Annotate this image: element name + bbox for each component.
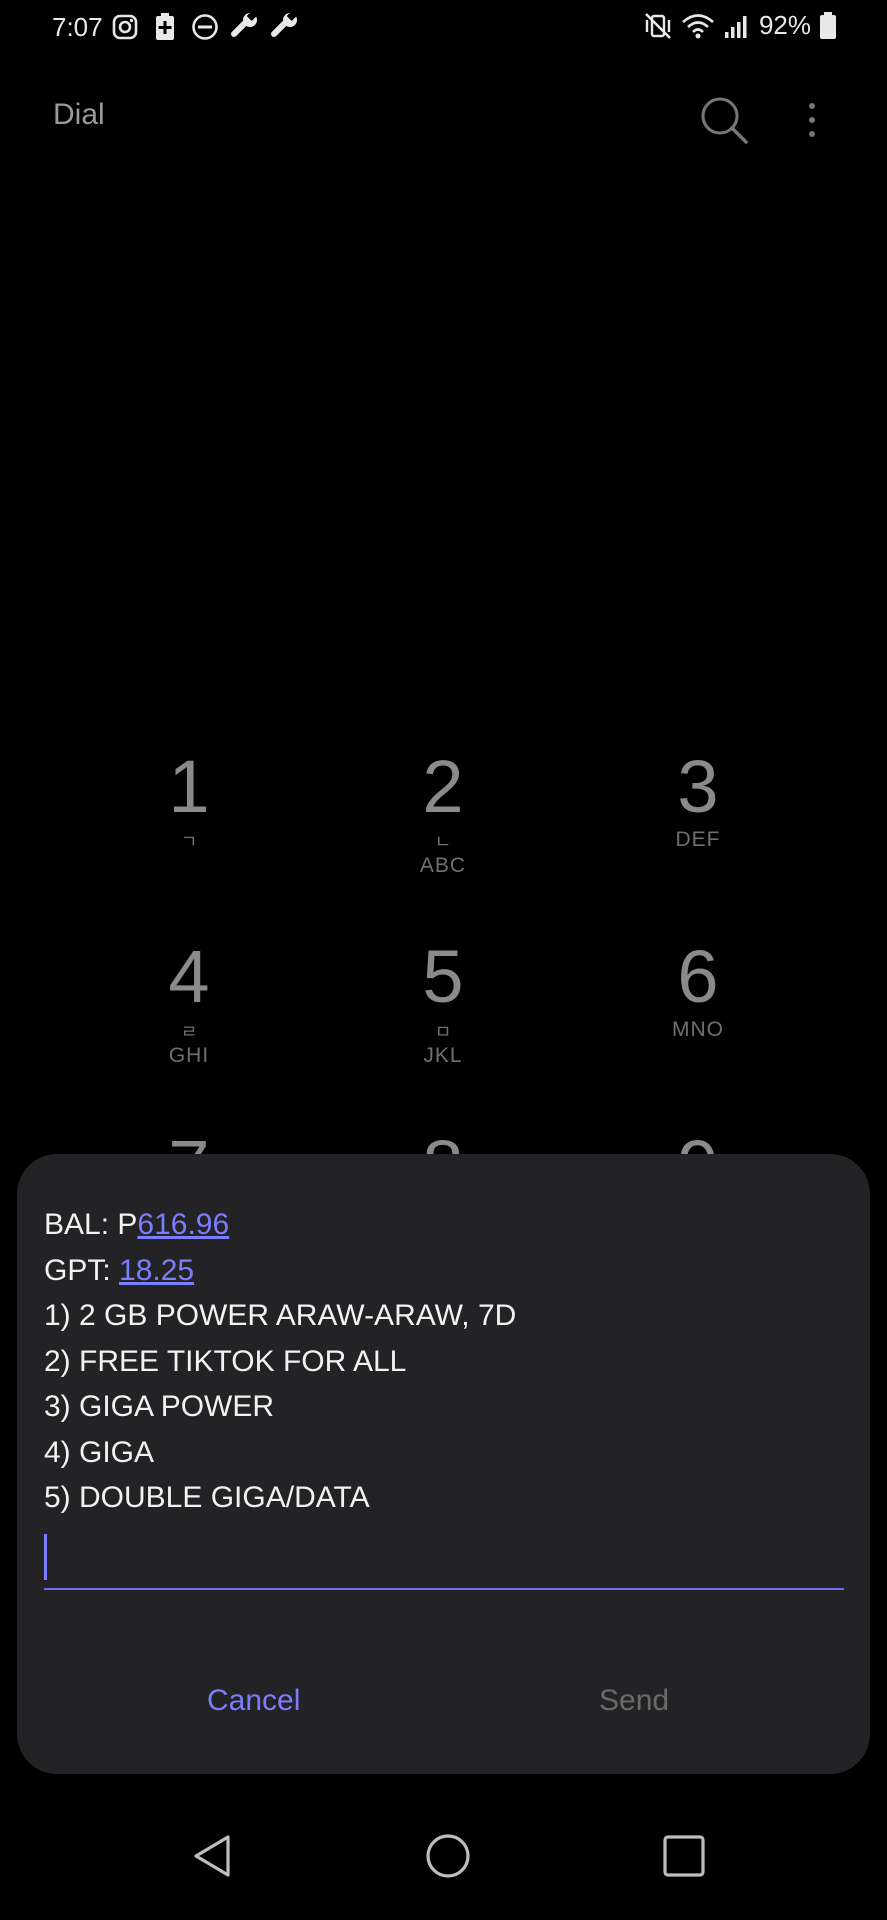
key-5[interactable]: 5 ㅁ JKL <box>358 940 528 1090</box>
send-button[interactable]: Send <box>599 1684 669 1718</box>
search-icon <box>701 97 748 144</box>
search-button[interactable] <box>696 92 752 148</box>
home-icon <box>426 1834 470 1878</box>
system-icons: 92% <box>643 10 837 41</box>
back-button[interactable] <box>182 1826 242 1886</box>
key-letters: ABC <box>419 854 467 877</box>
key-digit: 3 <box>677 745 719 828</box>
ussd-option: 2) FREE TIKTOK FOR ALL <box>44 1344 407 1378</box>
balance-value-link[interactable]: 616.96 <box>137 1208 229 1241</box>
home-button[interactable] <box>418 1826 478 1886</box>
battery-icon <box>819 11 837 40</box>
key-digit: 2 <box>422 745 464 828</box>
phone-screen: 7:07 92% Dial 1 ㄱ 2 ㄴ ABC 3 DEF 4 ㄹ GHI … <box>0 0 887 1920</box>
more-vert-icon <box>809 103 815 137</box>
cancel-button[interactable]: Cancel <box>207 1684 300 1718</box>
key-2[interactable]: 2 ㄴ ABC <box>358 750 528 900</box>
ussd-dialog: BAL: P616.96 GPT: 18.25 1) 2 GB POWER AR… <box>17 1154 870 1774</box>
key-letters: MNO <box>672 1018 724 1041</box>
key-letters: DEF <box>675 828 721 851</box>
ussd-reply-field[interactable] <box>44 1526 844 1590</box>
balance-line: BAL: P616.96 <box>44 1202 844 1248</box>
key-1[interactable]: 1 ㄱ <box>104 750 274 900</box>
back-icon <box>194 1835 230 1877</box>
ussd-option: 5) DOUBLE GIGA/DATA <box>44 1481 370 1514</box>
navigation-bar <box>0 1810 887 1920</box>
key-letters: JKL <box>423 1044 463 1067</box>
gpt-line: GPT: 18.25 <box>44 1248 844 1294</box>
do-not-disturb-icon <box>190 12 220 42</box>
key-6[interactable]: 6 MNO <box>613 940 783 1090</box>
ussd-reply-input[interactable] <box>50 1530 840 1584</box>
battery-saver-icon <box>150 12 180 42</box>
instagram-icon <box>110 12 140 42</box>
app-bar: Dial <box>0 80 887 160</box>
key-digit: 4 <box>168 935 210 1018</box>
recents-button[interactable] <box>654 1826 714 1886</box>
ussd-option: 3) GIGA POWER <box>44 1390 275 1423</box>
vibrate-off-icon <box>643 11 673 41</box>
key-3[interactable]: 3 DEF <box>613 750 783 900</box>
gpt-value-link[interactable]: 18.25 <box>119 1254 194 1287</box>
key-4[interactable]: 4 ㄹ GHI <box>104 940 274 1090</box>
key-digit: 5 <box>422 935 464 1018</box>
signal-icon <box>723 12 751 40</box>
ussd-message: BAL: P616.96 GPT: 18.25 1) 2 GB POWER AR… <box>44 1202 844 1521</box>
status-time: 7:07 <box>52 12 103 42</box>
gpt-label: GPT: <box>44 1253 120 1287</box>
ussd-option: 1) 2 GB POWER ARAW-ARAW, 7D <box>44 1299 517 1332</box>
more-options-button[interactable] <box>797 92 827 148</box>
key-hangul: ㄱ <box>180 832 198 852</box>
recents-icon <box>663 1835 705 1877</box>
battery-percent: 92% <box>758 10 811 40</box>
wifi-icon <box>681 12 715 40</box>
key-digit: 6 <box>677 935 719 1018</box>
page-title: Dial <box>53 98 105 131</box>
balance-label: BAL: P <box>44 1208 138 1241</box>
wrench-icon <box>270 12 300 42</box>
notification-icons <box>110 12 300 42</box>
key-hangul: ㄹ <box>180 1022 198 1042</box>
key-hangul: ㅁ <box>434 1022 452 1042</box>
wrench-icon <box>230 12 260 42</box>
key-letters: GHI <box>168 1044 210 1067</box>
status-bar: 7:07 92% <box>0 0 887 56</box>
key-digit: 1 <box>168 745 210 828</box>
key-hangul: ㄴ <box>434 832 452 852</box>
text-cursor <box>44 1534 47 1580</box>
ussd-option: 4) GIGA <box>44 1435 155 1469</box>
